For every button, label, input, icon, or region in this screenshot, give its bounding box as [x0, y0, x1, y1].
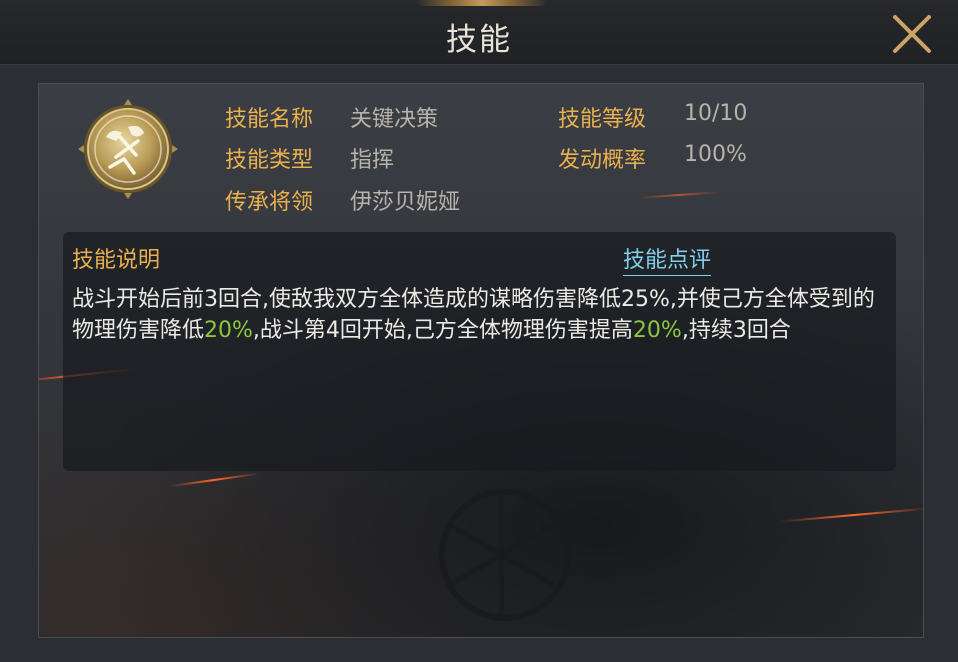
- skill-description-box: 技能说明 技能点评 战斗开始后前3回合,使敌我双方全体造成的谋略伤害降低25%,…: [63, 232, 896, 471]
- skill-name-label: 技能名称: [225, 107, 314, 132]
- title-ornament: [415, 0, 549, 6]
- inherit-general-value: 伊莎贝妮娅: [350, 190, 461, 215]
- highlight-value: 20%: [632, 318, 682, 343]
- close-button[interactable]: [886, 10, 938, 58]
- description-text: 战斗开始后前3回合,使敌我双方全体造成的谋略伤害降低25%,并使己方全体受到的物…: [72, 284, 887, 346]
- ember-decoration: [169, 472, 259, 488]
- description-part3: ,持续3回合: [681, 318, 791, 343]
- description-title: 技能说明: [72, 248, 161, 273]
- skill-review-link[interactable]: 技能点评: [623, 242, 712, 276]
- inherit-general-label: 传承将领: [225, 190, 314, 215]
- skill-name-value: 关键决策: [350, 107, 439, 132]
- skill-emblem-icon: [76, 97, 180, 201]
- skill-type-value: 指挥: [350, 148, 395, 173]
- skill-type-label: 技能类型: [225, 148, 314, 173]
- ember-decoration: [639, 191, 719, 199]
- trigger-chance-value: 100%: [684, 142, 747, 167]
- wheel-silhouette: [439, 489, 571, 621]
- skill-level-label: 技能等级: [558, 107, 647, 132]
- close-x-icon: [893, 15, 931, 53]
- skill-level-value: 10/10: [684, 101, 748, 126]
- ember-decoration: [779, 507, 923, 523]
- description-part2: ,战斗第4回开始,己方全体物理伤害提高: [252, 318, 633, 343]
- highlight-value: 20%: [204, 318, 253, 343]
- title-bar: 技能: [0, 0, 958, 65]
- trigger-chance-label: 发动概率: [558, 148, 647, 173]
- page-title: 技能: [446, 22, 512, 58]
